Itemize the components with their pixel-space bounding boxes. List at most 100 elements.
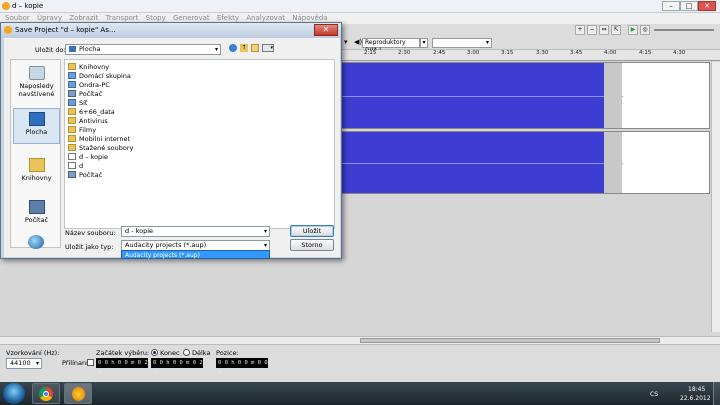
selection-toolbar: Vzorkování (Hz): 44100 ▾ Přilínaní Začát… [0,344,720,382]
dialog-body: Uložit do: Plocha ▾ ↑ ▾ Naposledy navští… [4,38,340,259]
view-menu-icon[interactable]: ▾ [262,44,274,52]
folder-icon [68,126,76,133]
filetype-value: Audacity projects (*.aup) [125,241,207,249]
zoom-out-icon[interactable]: − [587,25,597,35]
filename-input[interactable]: d - kopie ▾ [121,226,270,237]
recent-places-icon [28,66,45,80]
list-item[interactable]: Síť [68,99,87,108]
tick-label: 2:45 [433,50,446,56]
list-item[interactable]: d [68,162,83,171]
network-icon[interactable] [28,235,44,249]
list-item[interactable]: Domácí skupina [68,72,131,81]
tick-label: 4:00 [604,50,617,56]
list-item[interactable]: Mobilní internet [68,135,130,144]
desktop-icon [28,112,45,126]
length-radio[interactable] [183,349,190,356]
tick-label: 3:30 [536,50,549,56]
timeline-ruler[interactable]: 2:15 2:30 2:45 3:00 3:15 3:30 3:45 4:00 … [340,50,720,61]
output-channels-select[interactable]: ▾ [432,38,492,48]
end-radio[interactable] [151,349,158,356]
rate-value: 44100 [10,359,31,367]
play-at-speed-icon[interactable]: ◎ [640,25,650,35]
rate-select[interactable]: 44100 ▾ [6,358,42,369]
save-in-label: Uložit do: [35,46,66,54]
windows-start-icon[interactable] [3,383,25,404]
list-item[interactable]: Ondra-PC [68,81,110,90]
dialog-title: Save Project "d – kopie" As... [15,26,116,34]
save-button[interactable]: Uložit [290,225,334,237]
computer-icon [68,171,76,178]
selection-end-time[interactable]: 0 0 h 0 0 m 0 2 s [151,358,203,376]
dialog-titlebar: Save Project "d – kopie" As... ✕ [1,23,341,38]
back-icon[interactable] [229,44,237,52]
horizontal-scrollbar[interactable] [0,336,720,344]
save-project-dialog: Save Project "d – kopie" As... ✕ Uložit … [0,22,342,259]
tick-label: 3:45 [570,50,583,56]
audio-track-right[interactable] [340,131,710,194]
list-item[interactable]: Filmy [68,126,96,135]
length-label: Délka [192,349,211,357]
place-label: Naposledy navštívené [18,82,55,98]
folder-icon [68,144,76,151]
audacity-taskbar-icon[interactable] [64,383,92,404]
save-in-value: Plocha [79,45,101,53]
place-label: Počítač [24,216,49,224]
chevron-down-icon: ▾ [35,360,39,367]
filetype-option[interactable]: Audacity projects (*.aup) [121,250,270,259]
save-in-select[interactable]: Plocha ▾ [65,44,221,55]
tick-label: 3:00 [467,50,480,56]
show-desktop-button[interactable] [713,382,720,405]
desktop-icon [69,46,76,52]
list-item[interactable]: Stažené soubory [68,144,133,153]
list-item[interactable]: Knihovny [68,63,109,72]
place-libraries[interactable]: Knihovny [13,158,60,182]
taskbar [0,382,720,405]
clock-time[interactable]: 18:45 [688,386,705,393]
zoom-in-icon[interactable]: + [575,25,585,35]
tick-label: 4:15 [639,50,652,56]
list-item[interactable]: Počítač [68,90,102,99]
network-icon [68,99,76,106]
place-label: Knihovny [21,174,52,182]
dialog-close-button[interactable]: ✕ [314,24,338,36]
speed-slider[interactable] [654,29,714,31]
chrome-icon[interactable] [32,383,60,404]
app-title: d – kopie [12,2,44,10]
list-item[interactable]: d – kopie [68,153,108,162]
up-folder-icon[interactable]: ↑ [240,44,248,52]
clock-date[interactable]: 22.6.2012 [680,395,711,402]
end-label: Konec [160,349,180,357]
folder-icon [68,108,76,115]
app-icon [2,2,10,10]
output-device-arrow[interactable]: ▾ [420,38,428,48]
waveform-center [341,96,623,97]
snap-checkbox[interactable] [87,359,94,366]
audacity-icon [4,26,12,34]
selection-start-time[interactable]: 0 0 h 0 0 m 0 2 s [96,358,148,376]
minimize-button[interactable]: – [662,1,680,11]
list-item[interactable]: Počítač [68,171,102,180]
fit-selection-icon[interactable]: ⇔ [599,25,609,35]
cancel-button[interactable]: Storno [290,239,334,251]
play-icon[interactable]: ▶ [628,25,638,35]
device-area: ▾ [344,38,348,46]
chevron-down-icon: ▾ [214,46,218,53]
language-indicator[interactable]: CS [650,391,658,398]
list-item[interactable]: 6+66_data [68,108,115,117]
vertical-scrollbar[interactable] [711,62,720,332]
fit-project-icon[interactable]: ⇱ [611,25,621,35]
list-item[interactable]: Antivirus [68,117,108,126]
close-button[interactable]: ✕ [698,1,716,11]
tick-label: 2:15 [364,50,377,56]
place-computer[interactable]: Počítač [13,200,60,224]
scroll-thumb[interactable] [360,338,660,343]
audio-track-left[interactable] [340,62,710,129]
file-list[interactable]: Knihovny Domácí skupina Ondra-PC Počítač… [64,59,335,229]
new-folder-icon[interactable] [251,44,259,52]
audio-position-time[interactable]: 0 0 h 0 0 m 0 0 s [216,358,268,376]
maximize-button[interactable]: □ [680,1,698,11]
output-device-select[interactable]: Reproduktory (VIA I [362,38,420,54]
place-recent[interactable]: Naposledy navštívené [13,66,60,98]
place-desktop[interactable]: Plocha [13,108,60,144]
waveform-end [604,132,622,193]
